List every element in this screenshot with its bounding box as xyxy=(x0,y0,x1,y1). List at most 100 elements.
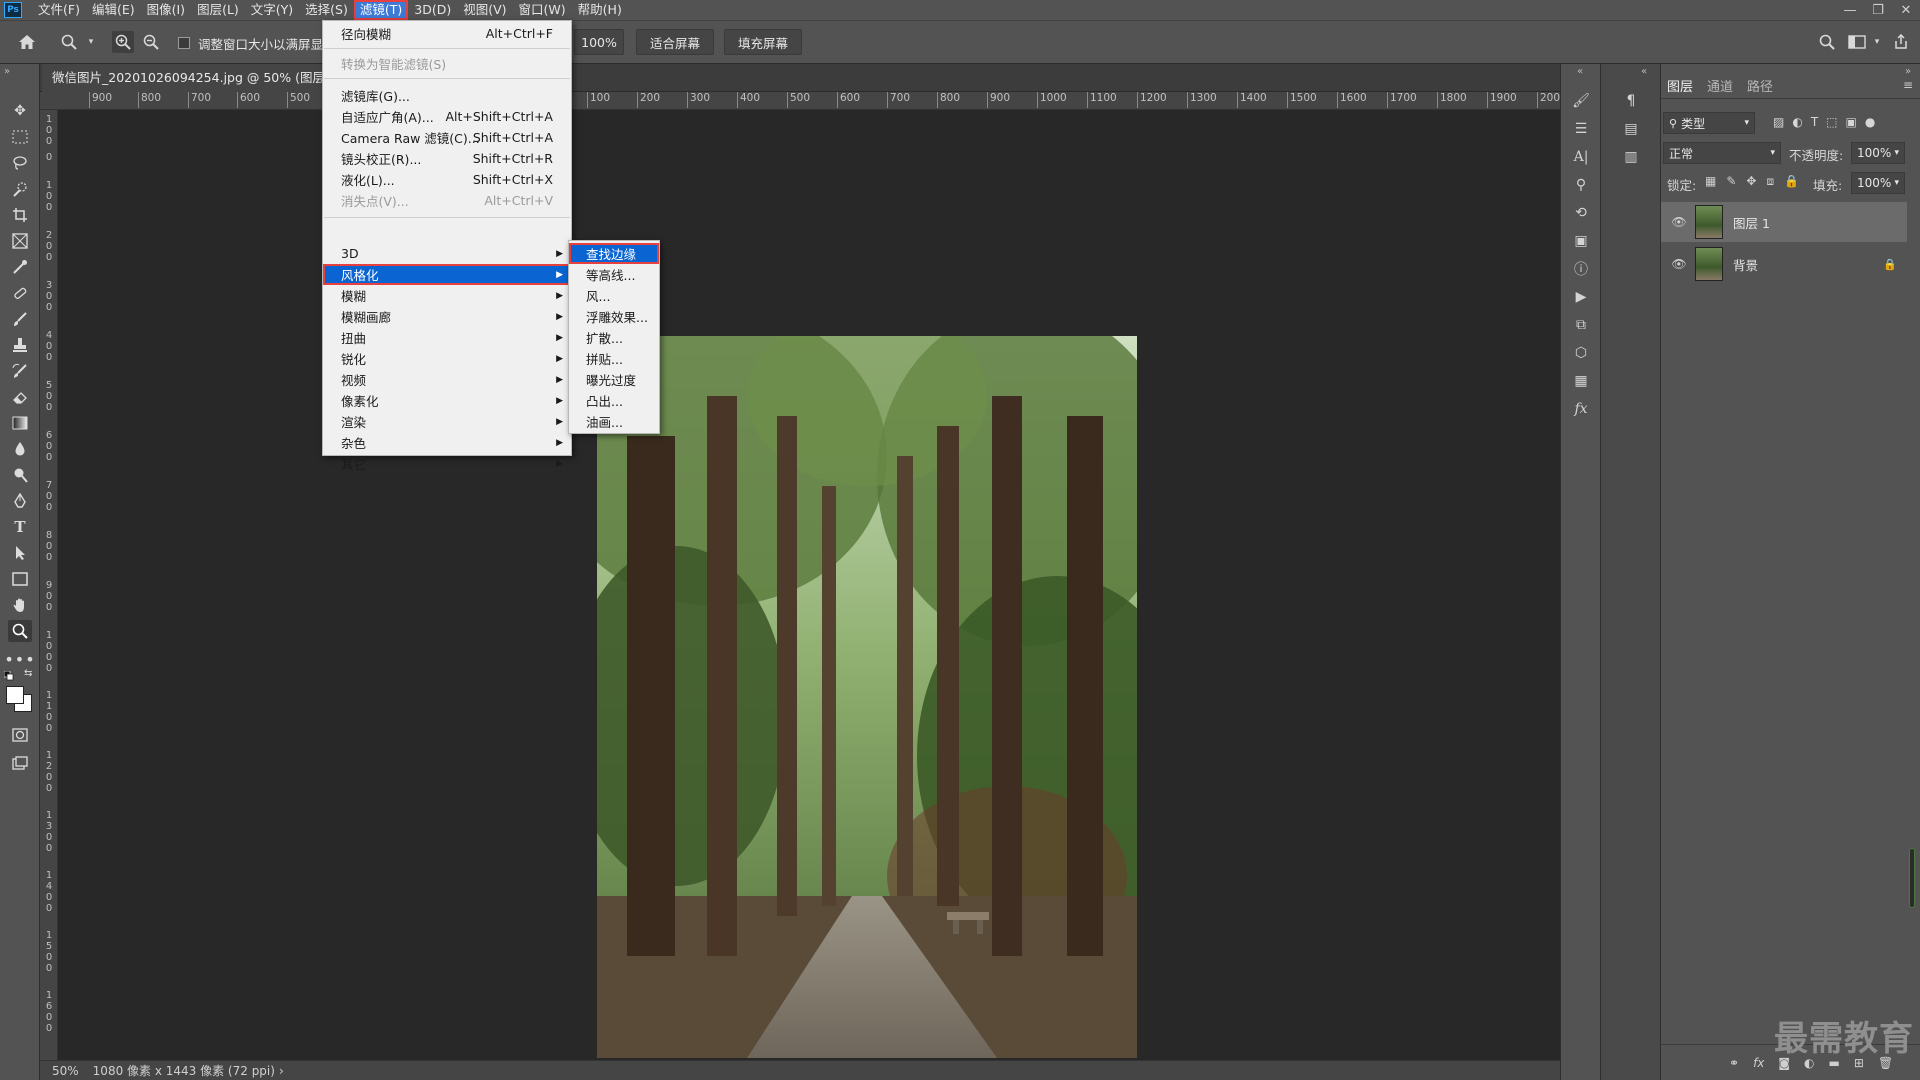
history-brush-tool-icon[interactable] xyxy=(8,360,32,382)
tab-channels[interactable]: 通道 xyxy=(1707,76,1733,95)
menu-item-pixelate[interactable]: 像素化 ▶ xyxy=(323,390,571,411)
fit-screen-button[interactable]: 适合屏幕 xyxy=(636,29,714,55)
canvas-area[interactable] xyxy=(58,110,1560,1060)
menu-image[interactable]: 图像(I) xyxy=(141,0,191,20)
submenu-item-wind[interactable]: 风... xyxy=(569,285,659,306)
expand-panel-icon[interactable]: » xyxy=(1905,66,1911,77)
lasso-tool-icon[interactable] xyxy=(8,152,32,174)
search-icon[interactable] xyxy=(1816,31,1838,53)
layer-filter-select[interactable]: ⚲ 类型 ▾ xyxy=(1663,112,1755,134)
brush-settings-icon[interactable]: 🖌 xyxy=(1569,90,1593,112)
menu-filter[interactable]: 滤镜(T) xyxy=(353,0,409,20)
layer-row[interactable]: 👁 图层 1 xyxy=(1661,202,1907,242)
zoom-tool-selected-icon[interactable] xyxy=(8,620,32,642)
menu-item-distort[interactable]: 扭曲 ▶ xyxy=(323,327,571,348)
filter-toggle-icon[interactable]: ● xyxy=(1865,115,1875,129)
workspace-icon[interactable] xyxy=(1846,31,1868,53)
lock-all-icon[interactable]: 🔒 xyxy=(1784,174,1799,189)
tab-paths[interactable]: 路径 xyxy=(1747,76,1773,95)
marquee-tool-icon[interactable] xyxy=(8,126,32,148)
default-colors-icon[interactable] xyxy=(3,670,14,681)
menu-item-lens-correction[interactable]: 镜头校正(R)... Shift+Ctrl+R xyxy=(323,148,571,169)
menu-item-stylize[interactable]: 风格化 ▶ xyxy=(323,264,571,285)
more-tools-icon[interactable]: ••• xyxy=(4,648,34,670)
close-button[interactable]: ✕ xyxy=(1892,0,1920,20)
notes-icon[interactable]: ▥ xyxy=(1619,146,1643,168)
menu-item-camera-raw[interactable]: Camera Raw 滤镜(C)... Shift+Ctrl+A xyxy=(323,127,571,148)
panel-menu-icon[interactable]: ≡ xyxy=(1903,78,1913,92)
type-filter-icon[interactable]: T xyxy=(1811,115,1818,129)
resize-windows-checkbox[interactable] xyxy=(178,37,190,49)
submenu-item-diffuse[interactable]: 扩散... xyxy=(569,327,659,348)
collapse-dock-2-icon[interactable]: « xyxy=(1641,66,1647,77)
menu-type[interactable]: 文字(Y) xyxy=(245,0,299,20)
collapse-panel-icon[interactable]: » xyxy=(4,66,10,77)
fill-screen-button[interactable]: 填充屏幕 xyxy=(724,29,802,55)
fill-field[interactable]: 100% ▾ xyxy=(1851,172,1905,194)
libraries-icon[interactable]: ▣ xyxy=(1569,230,1593,252)
character-style-icon[interactable]: A| xyxy=(1569,146,1593,168)
submenu-item-oil-paint[interactable]: 油画... xyxy=(569,411,659,432)
minimize-button[interactable]: — xyxy=(1836,0,1864,20)
menu-item-adaptive-wide-angle[interactable]: 自适应广角(A)... Alt+Shift+Ctrl+A xyxy=(323,106,571,127)
clone-stamp-tool-icon[interactable] xyxy=(8,334,32,356)
layer-row[interactable]: 👁 背景 🔒 xyxy=(1661,244,1907,284)
menu-item-sharpen[interactable]: 锐化 ▶ xyxy=(323,348,571,369)
menu-item-liquify[interactable]: 液化(L)... Shift+Ctrl+X xyxy=(323,169,571,190)
submenu-item-contour[interactable]: 等高线... xyxy=(569,264,659,285)
menu-item-radial-blur[interactable]: 径向模糊 Alt+Ctrl+F xyxy=(323,23,571,44)
properties-icon[interactable]: ▤ xyxy=(1619,118,1643,140)
submenu-item-emboss[interactable]: 浮雕效果... xyxy=(569,306,659,327)
pixel-filter-icon[interactable]: ▨ xyxy=(1773,115,1784,129)
lock-transparent-icon[interactable]: ▦ xyxy=(1705,174,1716,189)
eyedropper-tool-icon[interactable] xyxy=(8,256,32,278)
styles-fx-icon[interactable]: fx xyxy=(1569,398,1593,420)
tab-layers[interactable]: 图层 xyxy=(1667,76,1693,95)
lock-position-icon[interactable]: ✥ xyxy=(1746,174,1756,189)
adjustments-icon[interactable]: ☰ xyxy=(1569,118,1593,140)
quick-select-tool-icon[interactable] xyxy=(8,178,32,200)
collapse-dock-icon[interactable]: « xyxy=(1577,66,1583,77)
status-menu-arrow[interactable]: › xyxy=(279,1064,284,1078)
smart-object-filter-icon[interactable]: ▣ xyxy=(1846,115,1857,129)
link-layers-icon[interactable]: ⚭ xyxy=(1729,1056,1739,1070)
swatches-grid-icon[interactable]: ▦ xyxy=(1569,370,1593,392)
zoom-percent-button[interactable]: 100% xyxy=(574,29,624,55)
menu-3d[interactable]: 3D(D) xyxy=(408,0,457,20)
history-icon[interactable]: ⟲ xyxy=(1569,202,1593,224)
menu-item-noise[interactable]: 杂色 ▶ xyxy=(323,432,571,453)
menu-item-video[interactable]: 视频 ▶ xyxy=(323,369,571,390)
hand-tool-icon[interactable] xyxy=(8,594,32,616)
lock-artboard-icon[interactable]: ⧈ xyxy=(1766,174,1774,189)
menu-layer[interactable]: 图层(L) xyxy=(191,0,245,20)
screen-mode-icon[interactable] xyxy=(8,752,32,774)
eraser-tool-icon[interactable] xyxy=(8,386,32,408)
dodge-tool-icon[interactable] xyxy=(8,464,32,486)
zoom-level[interactable]: 50% xyxy=(52,1064,79,1078)
menu-item-blur[interactable]: 模糊 ▶ xyxy=(323,285,571,306)
share-icon[interactable] xyxy=(1890,31,1912,53)
eye-icon[interactable]: 👁 xyxy=(1667,215,1691,229)
info-icon[interactable]: ⓘ xyxy=(1569,258,1593,280)
actions-play-icon[interactable]: ▶ xyxy=(1569,286,1593,308)
lock-paint-icon[interactable]: ✎ xyxy=(1726,174,1736,189)
quick-mask-icon[interactable] xyxy=(8,724,32,746)
frame-tool-icon[interactable] xyxy=(8,230,32,252)
home-icon[interactable] xyxy=(16,31,38,53)
type-tool-icon[interactable]: T xyxy=(8,516,32,538)
adjustment-filter-icon[interactable]: ◐ xyxy=(1792,115,1802,129)
restore-button[interactable]: ❐ xyxy=(1864,0,1892,20)
menu-item-render[interactable]: 渲染 ▶ xyxy=(323,411,571,432)
menu-select[interactable]: 选择(S) xyxy=(299,0,354,20)
menu-window[interactable]: 窗口(W) xyxy=(513,0,572,20)
document-image[interactable] xyxy=(597,336,1137,1058)
zoom-in-icon[interactable] xyxy=(112,31,134,53)
blend-mode-select[interactable]: 正常 ▾ xyxy=(1663,142,1781,164)
submenu-item-tiles[interactable]: 拼贴... xyxy=(569,348,659,369)
pen-tool-icon[interactable] xyxy=(8,490,32,512)
brush-tool-icon[interactable] xyxy=(8,308,32,330)
3d-icon[interactable]: ⬡ xyxy=(1569,342,1593,364)
swap-colors-icon[interactable]: ⇆ xyxy=(24,668,32,679)
zoom-tool-icon[interactable] xyxy=(58,31,80,53)
submenu-item-find-edges[interactable]: 查找边缘 xyxy=(569,243,659,264)
